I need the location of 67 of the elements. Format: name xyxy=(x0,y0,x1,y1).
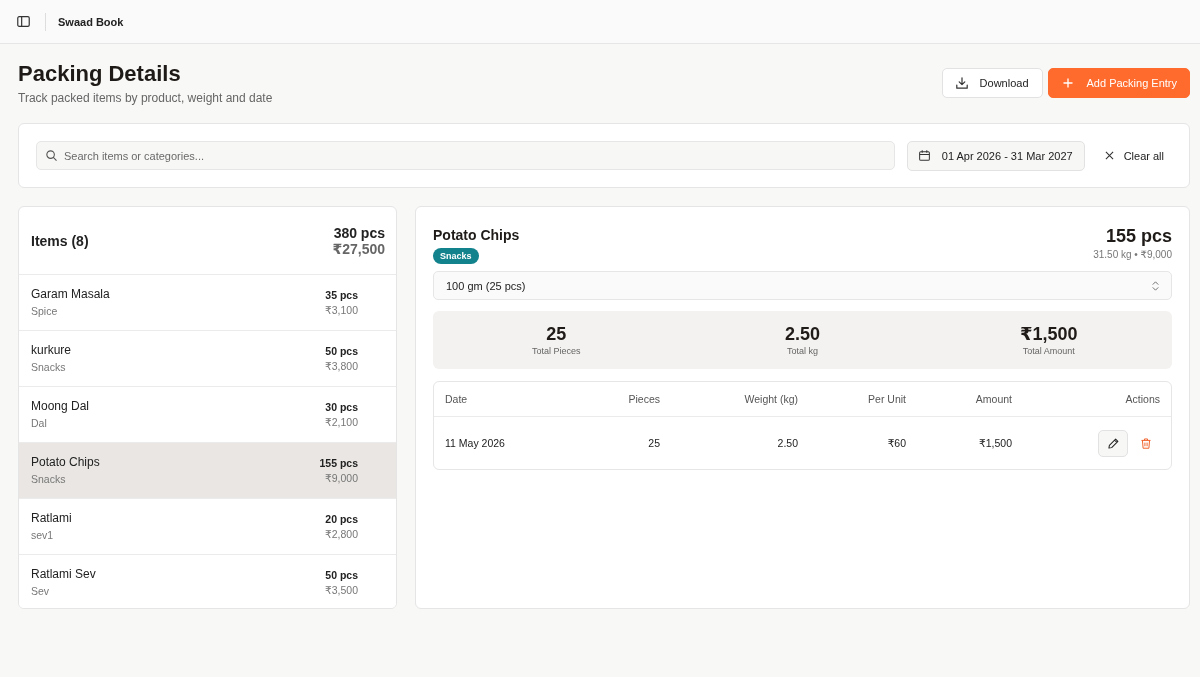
column-header: Per Unit xyxy=(868,393,906,405)
item-name: kurkure xyxy=(31,342,71,359)
item-category: Snacks xyxy=(31,360,66,375)
item-name: Moong Dal xyxy=(31,398,90,415)
item-pieces: 50 pcs xyxy=(325,343,358,359)
plus-icon xyxy=(1062,78,1073,88)
item-name: Ratlami xyxy=(31,510,72,527)
item-category: Snacks xyxy=(31,472,66,487)
stat-value: ₹1,500 xyxy=(1020,323,1078,345)
item-amount: ₹2,100 xyxy=(325,414,358,430)
stat-label: Total Amount xyxy=(1022,345,1075,357)
item-pieces: 20 pcs xyxy=(325,511,358,527)
product-pieces: 155 pcs xyxy=(1105,225,1172,248)
column-header: Pieces xyxy=(628,393,660,405)
pencil-icon xyxy=(1107,437,1119,449)
item-name: Ratlami Sev xyxy=(31,566,96,583)
item-category: sev1 xyxy=(31,528,54,543)
stat-label: Total kg xyxy=(786,345,818,357)
item-category: Dal xyxy=(31,416,47,431)
date-range-button[interactable]: 01 Apr 2026 - 31 Mar 2027 xyxy=(906,140,1085,171)
download-icon xyxy=(955,77,968,89)
item-pieces: 50 pcs xyxy=(325,567,358,583)
clear-all-button[interactable]: Clear all xyxy=(1096,140,1172,171)
item-amount: ₹2,800 xyxy=(325,526,358,542)
table-cell: ₹60 xyxy=(887,437,906,449)
item-pieces: 30 pcs xyxy=(325,399,358,415)
delete-icon[interactable] xyxy=(1141,437,1151,449)
item-row[interactable]: Potato Chips Snacks 155 pcs ₹9,000 xyxy=(19,443,396,499)
total-pieces: 380 pcs xyxy=(333,224,385,241)
app-title: Swaad Book xyxy=(58,15,124,28)
item-amount: ₹3,500 xyxy=(325,582,358,598)
page-subtitle: Track packed items by product, weight and date xyxy=(18,90,273,107)
item-pieces: 155 pcs xyxy=(319,455,358,471)
product-summary: 31.50 kg • ₹9,000 xyxy=(1093,248,1172,262)
download-button[interactable]: Download xyxy=(941,68,1043,98)
item-name: Potato Chips xyxy=(31,454,100,471)
chevron-up-down-icon xyxy=(1152,280,1159,291)
table-cell: 25 xyxy=(648,437,660,449)
items-title: Items (8) xyxy=(31,232,89,249)
search-field[interactable]: Search items or categories... xyxy=(36,141,895,170)
table-cell: 2.50 xyxy=(777,437,798,449)
item-amount: ₹3,800 xyxy=(325,358,358,374)
stat-value: 25 xyxy=(546,323,567,345)
column-header: Amount xyxy=(975,393,1012,405)
product-name: Potato Chips xyxy=(433,226,520,245)
table-cell: 11 May 2026 xyxy=(445,437,505,449)
edit-button[interactable] xyxy=(1098,429,1128,457)
item-pieces: 35 pcs xyxy=(325,287,358,303)
item-category: Spice xyxy=(31,304,58,319)
item-amount: ₹3,100 xyxy=(325,302,358,318)
column-header: Date xyxy=(445,393,468,405)
calendar-icon xyxy=(918,150,930,161)
close-icon xyxy=(1104,151,1114,160)
item-amount: ₹9,000 xyxy=(325,470,358,486)
pack-size-select[interactable]: 100 gm (25 pcs) xyxy=(433,271,1172,300)
item-category: Sev xyxy=(31,584,50,599)
stat-label: Total Pieces xyxy=(531,345,581,357)
column-header: Actions xyxy=(1125,393,1160,405)
total-amount: ₹27,500 xyxy=(332,240,385,257)
table-cell: ₹1,500 xyxy=(979,437,1012,449)
stat-value: 2.50 xyxy=(784,323,820,345)
sidebar-toggle-icon[interactable] xyxy=(17,16,30,27)
item-name: Garam Masala xyxy=(31,286,110,303)
search-icon xyxy=(46,150,57,161)
column-header: Weight (kg) xyxy=(744,393,798,405)
page-title: Packing Details xyxy=(18,60,181,88)
category-tag: Snacks xyxy=(433,248,479,264)
